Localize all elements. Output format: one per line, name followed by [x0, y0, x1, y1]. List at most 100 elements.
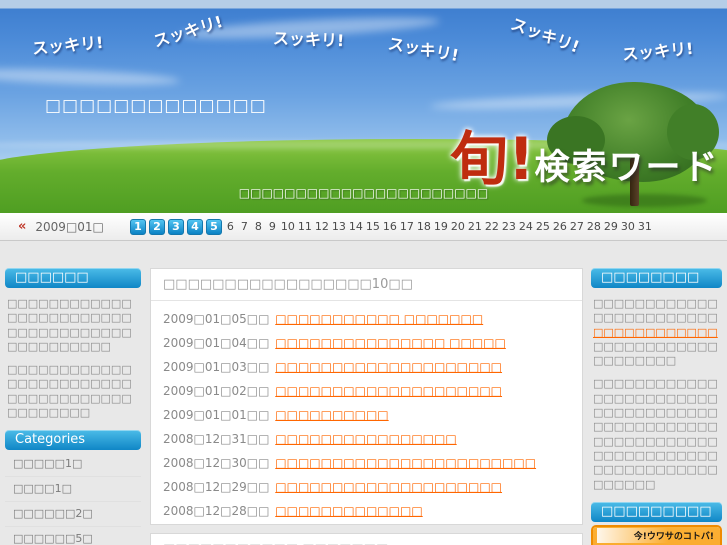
- cloud-decoration: [0, 66, 181, 88]
- ranking-entry-row: 2008□12□31□□ □□□□□□□□□□□□□□□□: [163, 432, 570, 446]
- day-link[interactable]: 14: [349, 220, 363, 233]
- entry-keyword-link[interactable]: □□□□□□□□□□□□□□□ □□□□□: [275, 336, 506, 350]
- day-link[interactable]: 22: [485, 220, 499, 233]
- main-column: □□□□□□□□□□□□□□□□□10□□ 2009□01□05□□ □□□□□…: [150, 268, 583, 545]
- right-paragraph-1: □□□□□□□□□□□□□□□□□□□□□□□□□□□□□□□□□□□□□□□□…: [593, 297, 720, 368]
- entry-keyword-link[interactable]: □□□□□□□□□□□□□: [275, 504, 422, 518]
- ranking-entry-row: 2009□01□05□□ □□□□□□□□□□□ □□□□□□□: [163, 312, 570, 326]
- ranking-entry-row: 2008□12□30□□ □□□□□□□□□□□□□□□□□□□□□□□: [163, 456, 570, 470]
- widget-banner: 今!ウワサのコトバ! 瞬 ワード @nifty SHUN WORD: [593, 526, 720, 545]
- day-link[interactable]: 21: [468, 220, 482, 233]
- entry-date-label: 2009□01□02□□: [163, 384, 270, 398]
- day-link[interactable]: 17: [400, 220, 414, 233]
- day-link[interactable]: 29: [604, 220, 618, 233]
- day-link-list: 1 2 3 4 5 6 7 8 9 10 11 12 13 14 15 16 1…: [129, 218, 652, 235]
- category-list: □□□□□1□ □□□□1□ □□□□□□2□ □□□□□□5□ □□□2□ □…: [5, 452, 141, 545]
- day-link[interactable]: 15: [366, 220, 380, 233]
- category-item[interactable]: □□□□1□: [5, 477, 141, 503]
- day-link[interactable]: 9: [267, 220, 278, 233]
- day-link[interactable]: 31: [638, 220, 652, 233]
- widget-tagline: 今!ウワサのコトバ!: [597, 527, 716, 543]
- hero-banner: スッキリ! スッキリ! スッキリ! スッキリ! スッキリ! スッキリ! □□□□…: [0, 0, 727, 213]
- ranking-entry-row: 2008□12□29□□ □□□□□□□□□□□□□□□□□□□□: [163, 480, 570, 494]
- entry-date-label: 2008□12□31□□: [163, 432, 270, 446]
- day-link[interactable]: 4: [186, 218, 203, 235]
- sukkiri-sticker: スッキリ!: [31, 32, 105, 59]
- day-link[interactable]: 12: [315, 220, 329, 233]
- right-section-header-2: □□□□□□□□□: [591, 501, 722, 522]
- day-link[interactable]: 10: [281, 220, 295, 233]
- day-link[interactable]: 6: [225, 220, 236, 233]
- day-link[interactable]: 11: [298, 220, 312, 233]
- site-title-text: □□□□□□□□□□□□□: [45, 96, 267, 116]
- entry-date-label: 2009□01□05□□: [163, 312, 270, 326]
- categories-section-header: Categories: [5, 430, 141, 451]
- right-inline-link[interactable]: □□□□□□□□□□□□: [593, 326, 718, 339]
- day-link[interactable]: 8: [253, 220, 264, 233]
- right-section-header-1: □□□□□□□□: [591, 268, 722, 288]
- about-paragraph-1: □□□□□□□□□□□□□□□□□□□□□□□□□□□□□□□□□□□□□□□□…: [7, 297, 132, 353]
- category-item[interactable]: □□□□□□5□: [5, 527, 141, 545]
- ranking-entry-row: 2009□01□02□□ □□□□□□□□□□□□□□□□□□□□: [163, 384, 570, 398]
- logo-shun-text: 旬!: [450, 125, 535, 193]
- day-link[interactable]: 18: [417, 220, 431, 233]
- day-link[interactable]: 20: [451, 220, 465, 233]
- entry-date-label: 2008□12□29□□: [163, 480, 270, 494]
- sukkiri-sticker: スッキリ!: [621, 38, 695, 65]
- ranking-entry-row: 2009□01□01□□ □□□□□□□□□□: [163, 408, 570, 422]
- site-logo: 旬! 検索ワード: [450, 112, 719, 196]
- day-link[interactable]: 16: [383, 220, 397, 233]
- category-item[interactable]: □□□□□1□: [5, 452, 141, 478]
- entry-keyword-link[interactable]: □□□□□□□□□□□□□□□□□□□□: [275, 384, 502, 398]
- left-sidebar: □□□□□□ □□□□□□□□□□□□□□□□□□□□□□□□□□□□□□□□□…: [5, 268, 141, 545]
- right-paragraph-2: □□□□□□□□□□□□□□□□□□□□□□□□□□□□□□□□□□□□□□□□…: [593, 377, 718, 491]
- sukkiri-sticker: スッキリ!: [151, 11, 225, 51]
- day-link[interactable]: 7: [239, 220, 250, 233]
- entry-keyword-link[interactable]: □□□□□□□□□□□ □□□□□□□: [275, 312, 483, 326]
- logo-kensaku-word-text: 検索ワード: [534, 148, 720, 188]
- next-section-heading: □□□□□□□□□□□ □□□□□□□: [151, 534, 582, 545]
- about-paragraph-2: □□□□□□□□□□□□□□□□□□□□□□□□□□□□□□□□□□□□□□□□…: [7, 363, 132, 420]
- sukkiri-sticker: スッキリ!: [386, 33, 461, 66]
- entry-keyword-link[interactable]: □□□□□□□□□□□□□□□□□□□□: [275, 360, 502, 374]
- category-item[interactable]: □□□□□□2□: [5, 502, 141, 528]
- day-link[interactable]: 2: [148, 218, 165, 235]
- day-link[interactable]: 19: [434, 220, 448, 233]
- date-nav-bar: « 2009□01□ 1 2 3 4 5 6 7 8 9 10 11 12 13: [0, 213, 727, 241]
- sukkiri-sticker: スッキリ!: [272, 28, 345, 51]
- day-link[interactable]: 3: [167, 218, 184, 235]
- entry-keyword-link[interactable]: □□□□□□□□□□: [275, 408, 388, 422]
- sukkiri-sticker: スッキリ!: [508, 14, 582, 57]
- ranking-entry-row: 2009□01□03□□ □□□□□□□□□□□□□□□□□□□□: [163, 360, 570, 374]
- banner-subtitle: □□□□□□□□□□□□□□□□□□□□□□: [238, 186, 489, 200]
- prev-month-link[interactable]: «: [18, 219, 26, 234]
- day-link[interactable]: 27: [570, 220, 584, 233]
- ranking-entry-list: 2009□01□05□□ □□□□□□□□□□□ □□□□□□□ 2009□01…: [151, 301, 582, 524]
- day-link[interactable]: 30: [621, 220, 635, 233]
- entry-date-label: 2008□12□28□□: [163, 504, 270, 518]
- ranking-entry-row: 2009□01□04□□ □□□□□□□□□□□□□□□ □□□□□: [163, 336, 570, 350]
- day-link[interactable]: 26: [553, 220, 567, 233]
- shun-word-widget[interactable]: 今!ウワサのコトバ! 瞬 ワード @nifty SHUN WORD 順位 前回比…: [591, 524, 722, 545]
- day-link[interactable]: 25: [536, 220, 550, 233]
- right-paragraph-1-text: □□□□□□□□□□□□□□□□□□□□: [593, 339, 718, 368]
- day-link[interactable]: 24: [519, 220, 533, 233]
- entry-keyword-link[interactable]: □□□□□□□□□□□□□□□□□□□□: [275, 480, 502, 494]
- content-area: □□□□□□ □□□□□□□□□□□□□□□□□□□□□□□□□□□□□□□□□…: [0, 241, 727, 545]
- day-link[interactable]: 1: [129, 218, 146, 235]
- entry-date-label: 2009□01□04□□: [163, 336, 270, 350]
- current-month-label: 2009□01□: [35, 219, 104, 234]
- day-link[interactable]: 23: [502, 220, 516, 233]
- right-sidebar: □□□□□□□□ □□□□□□□□□□□□□□□□□□□□□□□□□□□□□□□…: [591, 268, 722, 545]
- next-section-card: □□□□□□□□□□□ □□□□□□□: [150, 533, 583, 545]
- entry-date-label: 2009□01□01□□: [163, 408, 270, 422]
- day-link[interactable]: 5: [205, 218, 222, 235]
- ranking-entry-row: 2008□12□28□□ □□□□□□□□□□□□□: [163, 504, 570, 518]
- entry-date-label: 2008□12□30□□: [163, 456, 270, 470]
- entry-keyword-link[interactable]: □□□□□□□□□□□□□□□□□□□□□□□: [275, 456, 536, 470]
- right-paragraph-1-text: □□□□□□□□□□□□□□□□□□□□□□□□: [593, 297, 718, 325]
- day-link[interactable]: 28: [587, 220, 601, 233]
- entry-keyword-link[interactable]: □□□□□□□□□□□□□□□□: [275, 432, 456, 446]
- ranking-heading: □□□□□□□□□□□□□□□□□10□□: [151, 269, 582, 301]
- day-link[interactable]: 13: [332, 220, 346, 233]
